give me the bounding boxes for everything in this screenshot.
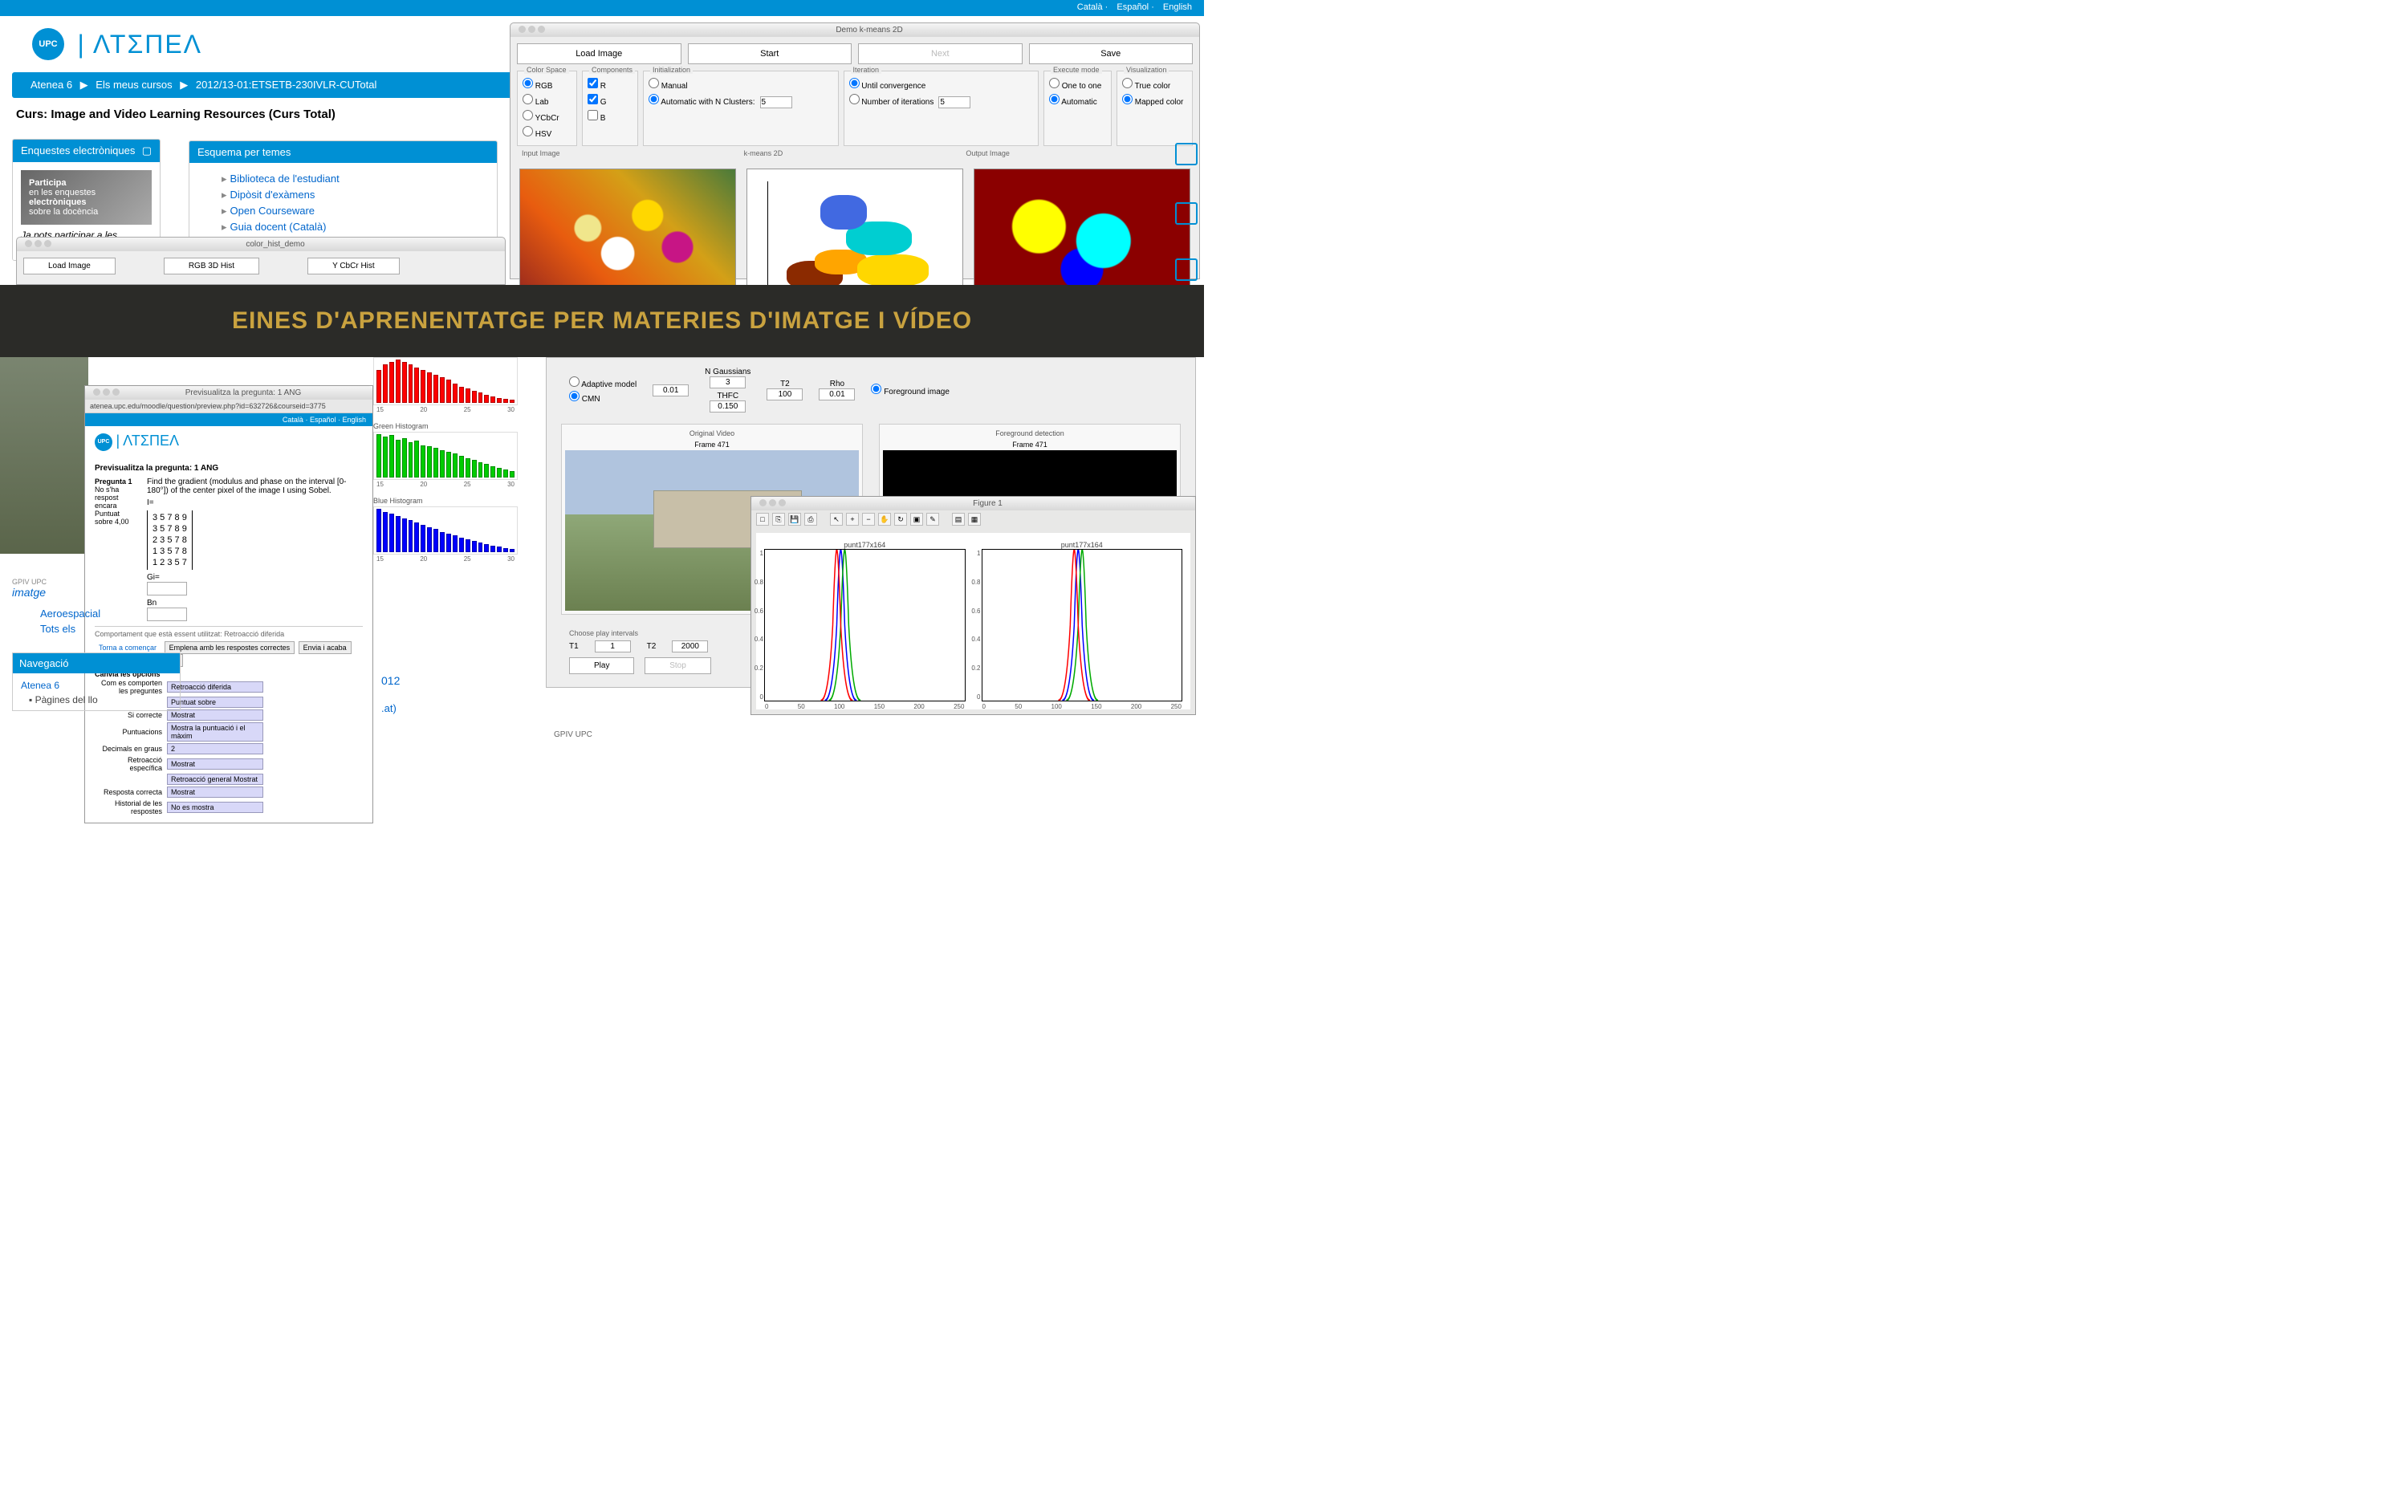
km-next-button[interactable]: Next: [858, 43, 1023, 64]
side-toggle-2[interactable]: [1175, 202, 1198, 225]
tool-pan-icon[interactable]: ✋: [878, 513, 891, 526]
exec-auto[interactable]: Automatic: [1049, 92, 1106, 108]
histograms-area: 15202530 Green Histogram 15202530 Blue H…: [373, 357, 518, 570]
upc-logo-small-icon: UPC: [95, 433, 112, 451]
resource-links: Biblioteca de l'estudiant Dipòsit d'exàm…: [189, 163, 497, 243]
upc-logo-icon: UPC: [32, 28, 64, 60]
link-biblioteca[interactable]: Biblioteca de l'estudiant: [222, 171, 465, 187]
tool-zoomin-icon[interactable]: +: [846, 513, 859, 526]
tool-pointer-icon[interactable]: ↖: [830, 513, 843, 526]
language-bar: Català · Español · English: [0, 0, 1204, 16]
figure1-window: Figure 1 □ ⎘ 💾 ⎙ ↖ + − ✋ ↻ ▣ ✎ ▤ ▦ punt1…: [750, 496, 1196, 715]
init-n-input[interactable]: [760, 96, 792, 108]
bc-home[interactable]: Atenea 6: [31, 79, 72, 91]
tool-brush-icon[interactable]: ✎: [926, 513, 939, 526]
bc-course[interactable]: 2012/13-01:ETSETB-230IVLR-CUTotal: [196, 79, 376, 91]
figure-toolbar: □ ⎘ 💾 ⎙ ↖ + − ✋ ↻ ▣ ✎ ▤ ▦: [751, 510, 1195, 528]
cs-hsv[interactable]: HSV: [523, 124, 571, 140]
quiz-heading: Previsualitza la pregunta: 1 ANG: [95, 464, 363, 473]
kmeans-title: Demo k-means 2D: [836, 26, 902, 35]
comp-r[interactable]: R: [588, 76, 633, 92]
tool-save-icon[interactable]: 💾: [788, 513, 801, 526]
iter-num[interactable]: Number of iterations: [849, 92, 1034, 110]
tool-print-icon[interactable]: ⎙: [804, 513, 817, 526]
colorhist-title: color_hist_demo: [246, 240, 304, 249]
link-aeroespacial[interactable]: Aeroespacial: [24, 606, 116, 621]
blue-histogram: [373, 506, 518, 555]
tool-new-icon[interactable]: □: [756, 513, 769, 526]
t2-input[interactable]: [767, 388, 803, 400]
title-overlay: EINES D'APRENENTATGE PER MATERIES D'IMAT…: [0, 285, 1204, 357]
matrix: 3 5 7 8 9 3 5 7 8 9 2 3 5 7 8 1 3 5 7 8 …: [147, 510, 193, 570]
play-button[interactable]: Play: [569, 657, 634, 674]
colorhist-load-button[interactable]: Load Image: [23, 258, 116, 274]
init-manual[interactable]: Manual: [649, 76, 833, 92]
km-save-button[interactable]: Save: [1029, 43, 1194, 64]
rho-input[interactable]: [819, 388, 855, 400]
lang-espanol[interactable]: Español: [1117, 2, 1149, 12]
kmeans-window: Demo k-means 2D Load Image Start Next Sa…: [510, 22, 1200, 279]
side-toggle-3[interactable]: [1175, 258, 1198, 281]
link-ocw[interactable]: Open Courseware: [222, 203, 465, 219]
ngauss-input[interactable]: [710, 376, 746, 388]
street-image: [0, 357, 88, 554]
gi-input[interactable]: [147, 582, 187, 595]
tool-colorbar-icon[interactable]: ▤: [952, 513, 965, 526]
iter-n-input[interactable]: [938, 96, 970, 108]
esquema-header: Esquema per temes: [189, 141, 497, 163]
viz-map[interactable]: Mapped color: [1122, 92, 1187, 108]
figure1-plot-right: 10.80.60.40.20 050100150200250: [982, 549, 1183, 701]
stop-button[interactable]: Stop: [645, 657, 711, 674]
collapse-icon[interactable]: ▢: [142, 144, 152, 157]
play-t2-input[interactable]: [672, 640, 708, 652]
presentation-title: EINES D'APRENENTATGE PER MATERIES D'IMAT…: [232, 307, 972, 335]
bc-courses[interactable]: Els meus cursos: [96, 79, 172, 91]
bn-input[interactable]: [147, 608, 187, 621]
atenea-logo-text: | ΛΤΣΠΕΛ: [77, 30, 202, 59]
tool-open-icon[interactable]: ⎘: [772, 513, 785, 526]
cs-ycbcr[interactable]: YCbCr: [523, 108, 571, 124]
fg-cmn[interactable]: CMN: [569, 390, 637, 404]
participa-banner[interactable]: Participa en les enquestes electròniques…: [21, 170, 152, 225]
viz-true[interactable]: True color: [1122, 76, 1187, 92]
iter-conv[interactable]: Until convergence: [849, 76, 1034, 92]
finish-button[interactable]: Envia i acaba: [299, 641, 352, 654]
play-t1-input[interactable]: [595, 640, 631, 652]
enquestes-header: Enquestes electròniques▢: [13, 140, 160, 162]
fg-adaptive[interactable]: Adaptive model: [569, 376, 637, 390]
init-auto[interactable]: Automatic with N Clusters:: [649, 92, 833, 110]
exec-one[interactable]: One to one: [1049, 76, 1106, 92]
colorhist-rgb-button[interactable]: RGB 3D Hist: [164, 258, 259, 274]
quiz-url: atenea.upc.edu/moodle/question/preview.p…: [85, 400, 372, 413]
figure1-plot-left: 10.80.60.40.20 050100150200250: [764, 549, 966, 701]
cs-rgb[interactable]: RGB: [523, 76, 571, 92]
colorhist-window: color_hist_demo Load Image RGB 3D Hist Y…: [16, 237, 506, 285]
thfc-input[interactable]: [710, 400, 746, 413]
navigation-box: Navegació Atenea 6 ▪ Pàgines del llo: [12, 652, 181, 711]
comp-b[interactable]: B: [588, 108, 633, 124]
tool-datatip-icon[interactable]: ▣: [910, 513, 923, 526]
km-load-button[interactable]: Load Image: [517, 43, 681, 64]
km-start-button[interactable]: Start: [688, 43, 852, 64]
tool-zoomout-icon[interactable]: −: [862, 513, 875, 526]
tool-rotate-icon[interactable]: ↻: [894, 513, 907, 526]
green-histogram: [373, 432, 518, 480]
tool-legend-icon[interactable]: ▦: [968, 513, 981, 526]
fg-image-radio[interactable]: Foreground image: [871, 384, 950, 396]
lang-english[interactable]: English: [1163, 2, 1192, 12]
link-tots[interactable]: Tots els: [24, 621, 116, 636]
red-histogram: [373, 357, 518, 405]
link-guia[interactable]: Guia docent (Català): [222, 219, 465, 235]
nav-home[interactable]: Atenea 6: [21, 678, 172, 693]
cs-lab[interactable]: Lab: [523, 92, 571, 108]
question-text: Find the gradient (modulus and phase on …: [147, 478, 363, 495]
opt-behavior[interactable]: Retroacció diferida: [167, 681, 263, 693]
link-diposit[interactable]: Dipòsit d'exàmens: [222, 187, 465, 203]
quiz-window: Previsualitza la pregunta: 1 ANG atenea.…: [84, 385, 373, 823]
colorhist-ycbcr-button[interactable]: Y CbCr Hist: [307, 258, 400, 274]
lang-catala[interactable]: Català: [1077, 2, 1103, 12]
comp-g[interactable]: G: [588, 92, 633, 108]
fill-button[interactable]: Emplena amb les respostes correctes: [165, 641, 295, 654]
side-toggle-1[interactable]: [1175, 143, 1198, 165]
